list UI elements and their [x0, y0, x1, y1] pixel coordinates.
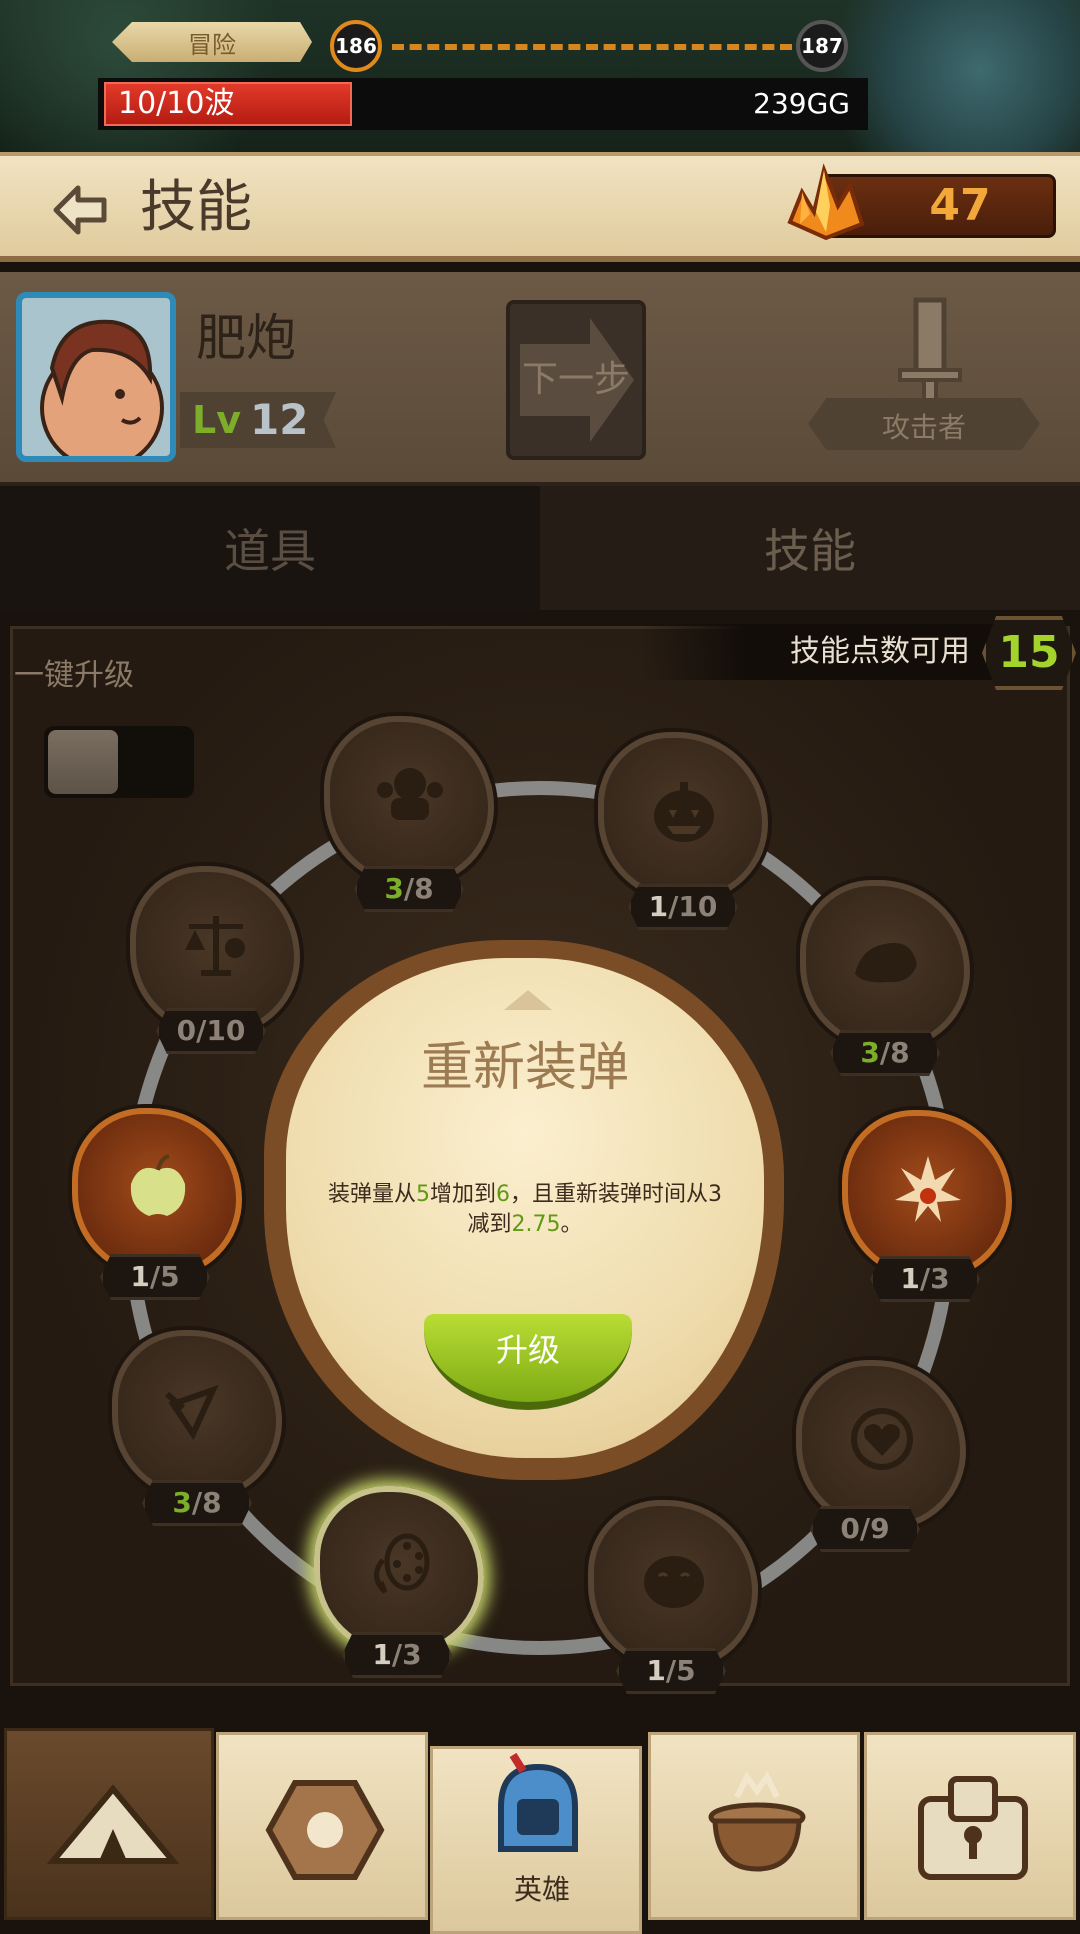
skill-level-count: 1/3 [870, 1256, 980, 1302]
nav-camp[interactable] [4, 1728, 214, 1920]
skill-level-count: 0/10 [156, 1008, 266, 1054]
knight-helmet-icon [498, 1753, 578, 1852]
rune-stone-icon [265, 1780, 385, 1880]
skill-level-count: 3/8 [142, 1480, 252, 1526]
nav-runes[interactable] [216, 1732, 428, 1920]
skill-level-count: 0/9 [810, 1506, 920, 1552]
reload-ammo-icon [374, 1533, 430, 1594]
pumpkin-icon [654, 782, 714, 842]
toggle-knob[interactable] [48, 730, 118, 794]
skill-points-value: 15 [998, 627, 1060, 678]
skill-level-count: 1/10 [628, 884, 738, 930]
skill-points-label: 技能点数可用 [790, 634, 970, 669]
arrow-hit-icon [165, 1384, 219, 1441]
island-icon [855, 942, 917, 983]
scales-icon [185, 916, 245, 976]
apple-icon [130, 1154, 186, 1216]
upgrade-button-label[interactable]: 升级 [424, 1326, 632, 1374]
nav-chest[interactable] [864, 1732, 1076, 1920]
skill-title: 重新装弹 [420, 1038, 629, 1098]
nav-hero-label: 英雄 [513, 1873, 570, 1906]
skill-level-count: 3/8 [354, 866, 464, 912]
skill-level-count: 1/5 [100, 1254, 210, 1300]
face-icon [644, 1556, 704, 1608]
camp-tent-icon [46, 1784, 180, 1864]
skill-level-count: 3/8 [830, 1030, 940, 1076]
skill-description: 装弹量从5增加到6，且重新装弹时间从3 减到2.75。 [327, 1182, 723, 1237]
skill-level-count: 1/3 [342, 1632, 452, 1678]
strongman-icon [377, 768, 443, 820]
heart-target-icon [851, 1408, 913, 1470]
treasure-chest-icon [918, 1776, 1028, 1880]
cauldron-icon [708, 1771, 806, 1872]
one-click-upgrade-label: 一键升级 [14, 658, 134, 693]
explosion-icon [895, 1156, 961, 1222]
collapse-arrow-icon[interactable] [500, 986, 556, 1014]
skill-level-count: 1/5 [616, 1648, 726, 1694]
nav-cauldron[interactable] [648, 1732, 860, 1920]
